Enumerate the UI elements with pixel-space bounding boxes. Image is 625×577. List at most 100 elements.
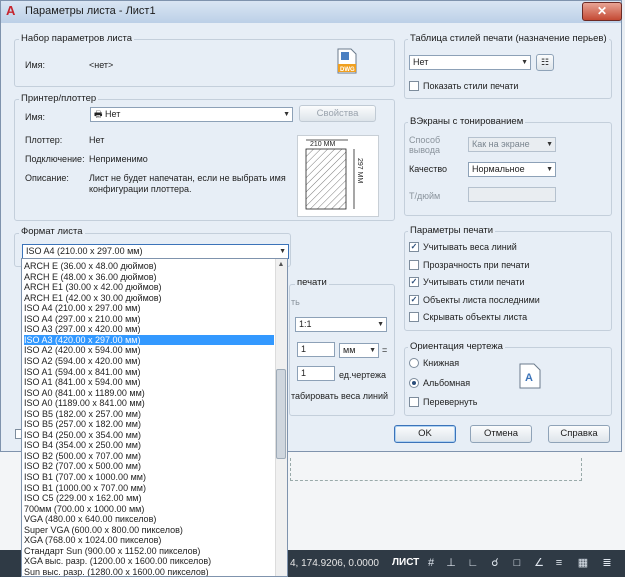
paper-size-option[interactable]: ISO A4 (297.00 x 210.00 мм) [24,314,274,325]
customize-icon[interactable]: ≣ [600,556,614,570]
printer-icon: 🖶 [94,109,105,119]
scale-lineweights-label[interactable]: табировать веса линий [291,391,388,401]
shade-mode-select[interactable]: Как на экране ▼ [468,137,556,152]
quality-value: Нормальное [472,164,525,174]
paper-size-option[interactable]: ISO B1 (707.00 x 1000.00 мм) [24,472,274,483]
grid-icon[interactable]: # [424,556,438,570]
paper-size-option[interactable]: ISO B1 (1000.00 x 707.00 мм) [24,483,274,494]
paper-size-select[interactable]: ISO A4 (210.00 x 297.00 мм) ▼ [22,244,289,259]
plot-with-styles-checkbox[interactable]: ✓ [409,277,419,287]
upside-down-label: Перевернуть [423,397,478,407]
paper-size-option[interactable]: ISO C5 (229.00 x 162.00 мм) [24,493,274,504]
paper-size-option[interactable]: Sun выс. разр. (1280.00 x 1600.00 пиксел… [24,567,274,576]
paper-size-option[interactable]: ISO A1 (841.00 x 594.00 мм) [24,377,274,388]
scale-value-2-input[interactable]: 1 [297,366,335,381]
paper-size-option[interactable]: ISO A3 (297.00 x 420.00 мм) [24,324,274,335]
edit-plot-style-button[interactable]: ☷ [536,54,554,71]
close-button[interactable]: ✕ [582,2,622,21]
dpi-label: Т/дюйм [409,191,441,201]
printer-select[interactable]: 🖶 Нет ▼ [90,107,293,122]
connection-label: Подключение: [25,154,85,164]
hide-paperspace-checkbox[interactable] [409,312,419,322]
paper-size-option[interactable]: ISO B4 (250.00 x 354.00 мм) [24,430,274,441]
ortho-icon[interactable]: ∟ [466,556,480,570]
ok-button[interactable]: OK [394,425,456,443]
paper-size-option[interactable]: XGA выс. разр. (1200.00 x 1600.00 пиксел… [24,556,274,567]
paper-size-option[interactable]: Super VGA (600.00 x 800.00 пикселов) [24,525,274,536]
scroll-up-icon[interactable]: ▲ [275,259,287,271]
transparency-icon[interactable]: ▦ [576,556,590,570]
osnap-icon[interactable]: □ [510,556,524,570]
layout-border [290,458,582,481]
dwg-file-icon: DWG [337,48,357,74]
paper-size-option[interactable]: ISO A2 (420.00 x 594.00 мм) [24,345,274,356]
plotter-value: Нет [89,135,105,145]
paper-size-option[interactable]: ISO A1 (594.00 x 841.00 мм) [24,367,274,378]
plot-paperspace-last-checkbox[interactable]: ✓ [409,295,419,305]
paper-size-option[interactable]: ARCH E (48.00 x 36.00 дюймов) [24,272,274,283]
otrack-icon[interactable]: ∠ [532,556,546,570]
paper-size-option[interactable]: ARCH E1 (42.00 x 30.00 дюймов) [24,293,274,304]
radio-selected-dot [412,381,416,385]
cancel-button[interactable]: Отмена [470,425,532,443]
portrait-radio[interactable] [409,358,419,368]
svg-text:A: A [525,372,533,384]
paper-size-option[interactable]: ARCH E1 (30.00 x 42.00 дюймов) [24,282,274,293]
page-setup-name-label: Имя: [25,60,46,70]
description-label: Описание: [25,173,69,183]
paper-size-option[interactable]: ISO A0 (841.00 x 1189.00 мм) [24,388,274,399]
fit-to-paper-label: ть [291,297,300,307]
paper-size-option[interactable]: ISO B5 (257.00 x 182.00 мм) [24,419,274,430]
show-plot-styles-label: Показать стили печати [423,81,519,91]
lineweight-icon[interactable]: ≡ [552,556,566,570]
paper-size-option[interactable]: ISO B5 (182.00 x 257.00 мм) [24,409,274,420]
shade-mode-label-2: вывода [409,145,440,155]
plot-option-label-3: Объекты листа последними [423,295,540,305]
paper-size-option[interactable]: XGA (768.00 x 1024.00 пикселов) [24,535,274,546]
help-button[interactable]: Справка [548,425,610,443]
paper-size-option[interactable]: ISO A0 (1189.00 x 841.00 мм) [24,398,274,409]
paper-size-option[interactable]: ISO A2 (594.00 x 420.00 мм) [24,356,274,367]
svg-text:DWG: DWG [340,67,355,73]
polar-icon[interactable]: ☌ [488,556,502,570]
paper-size-option[interactable]: ISO A3 (420.00 x 297.00 мм) [24,334,274,346]
paper-size-title: Формат листа [19,226,85,237]
plotter-label: Плоттер: [25,135,63,145]
connection-value: Неприменимо [89,154,148,164]
shade-mode-value: Как на экране [472,139,530,149]
plot-lineweights-checkbox[interactable]: ✓ [409,242,419,252]
paper-size-option[interactable]: ISO B4 (354.00 x 250.00 мм) [24,440,274,451]
paper-size-option[interactable]: Стандарт Sun (900.00 x 1152.00 пикселов) [24,546,274,557]
paper-size-option[interactable]: ISO A4 (210.00 x 297.00 мм) [24,303,274,314]
scale-select[interactable]: 1:1 ▼ [295,317,387,332]
landscape-orientation-icon: A [519,363,541,389]
plot-transparency-checkbox[interactable] [409,260,419,270]
upside-down-checkbox[interactable] [409,397,419,407]
chevron-down-icon: ▼ [369,347,376,354]
quality-select[interactable]: Нормальное ▼ [468,162,556,177]
scale-value-1-input[interactable]: 1 [297,342,335,357]
layout-mode-button[interactable]: ЛИСТ [392,557,419,568]
paper-size-option[interactable]: ARCH E (36.00 x 48.00 дюймов) [24,261,274,272]
paper-size-option[interactable]: VGA (480.00 x 640.00 пикселов) [24,514,274,525]
landscape-label: Альбомная [423,378,471,388]
chevron-down-icon: ▼ [546,141,553,148]
plot-option-label-1: Прозрачность при печати [423,260,530,270]
show-plot-styles-checkbox[interactable] [409,81,419,91]
title-bar[interactable]: A Параметры листа - Лист1 ✕ [1,1,622,23]
landscape-radio[interactable] [409,378,419,388]
page-setup-title: Набор параметров листа [19,33,135,44]
orientation-title: Ориентация чертежа [408,341,505,352]
paper-size-dropdown-list[interactable]: ARCH E (36.00 x 48.00 дюймов) ARCH E (48.… [21,258,288,577]
properties-button[interactable]: Свойства [299,105,376,122]
scale-unit-select[interactable]: мм ▼ [339,343,379,358]
paper-size-option[interactable]: ISO B2 (500.00 x 707.00 мм) [24,451,274,462]
dpi-input[interactable] [468,187,556,202]
paper-size-option[interactable]: ISO B2 (707.00 x 500.00 мм) [24,461,274,472]
plot-style-title: Таблица стилей печати (назначение перьев… [408,33,609,44]
scrollbar-thumb[interactable] [276,369,286,459]
chevron-down-icon: ▼ [546,166,553,173]
snap-icon[interactable]: ⊥ [444,556,458,570]
plot-style-select[interactable]: Нет ▼ [409,55,531,70]
paper-size-option[interactable]: 700мм (700.00 x 1000.00 мм) [24,504,274,515]
